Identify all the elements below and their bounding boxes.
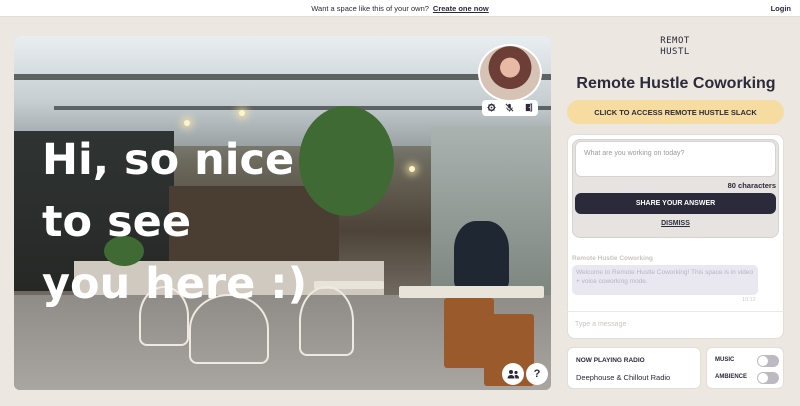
avatar[interactable]	[478, 44, 542, 102]
character-count: 80 characters	[727, 181, 776, 190]
banner-text: Want a space like this of your own?	[311, 3, 429, 13]
scene-lamp	[409, 166, 415, 172]
dismiss-link[interactable]: DISMISS	[575, 220, 776, 227]
user-video-tile[interactable]	[478, 44, 542, 116]
radio-label: NOW PLAYING RADIO	[576, 357, 645, 364]
logo-line: REMOT	[660, 36, 690, 46]
share-answer-button[interactable]: SHARE YOUR ANSWER	[575, 193, 776, 214]
top-banner: Want a space like this of your own? Crea…	[0, 0, 800, 17]
people-icon[interactable]	[502, 363, 524, 385]
chat-message: Welcome to Remote Hustle Coworking! This…	[572, 265, 758, 295]
scene-lamp	[239, 110, 245, 116]
microphone-muted-icon[interactable]	[505, 103, 514, 114]
space-logo: REMOT HUSTL	[653, 36, 697, 68]
video-controls	[482, 100, 538, 116]
gear-icon[interactable]	[487, 102, 496, 114]
music-toggle-row: MUSIC	[715, 355, 779, 367]
scene-person	[454, 221, 509, 291]
radio-card: NOW PLAYING RADIO Deephouse & Chillout R…	[567, 347, 701, 389]
audio-toggles-card: MUSIC AMBIENCE	[706, 347, 784, 389]
ambience-toggle-row: AMBIENCE	[715, 372, 779, 384]
logo-line: HUSTL	[660, 47, 690, 57]
scene-plant	[299, 106, 394, 216]
ambience-toggle[interactable]	[757, 372, 779, 384]
help-icon[interactable]: ?	[526, 363, 548, 385]
access-slack-button[interactable]: CLICK TO ACCESS REMOTE HUSTLE SLACK	[567, 100, 784, 124]
scene-chair	[299, 286, 354, 356]
toggle-knob	[758, 373, 768, 383]
music-label: MUSIC	[715, 357, 735, 363]
login-link[interactable]: Login	[771, 4, 791, 13]
space-title: Remote Hustle Coworking	[576, 75, 776, 92]
scene-table	[399, 286, 544, 298]
chat-message-input[interactable]: Type a message	[567, 311, 784, 338]
chat-sender-name: Remote Hustle Coworking	[572, 255, 653, 262]
scene-beam	[14, 74, 551, 80]
scene-lamp	[184, 120, 190, 126]
toggle-knob	[758, 356, 768, 366]
ambience-label: AMBIENCE	[715, 374, 748, 380]
greeting-text: Hi, so nice to see you here :)	[42, 135, 308, 309]
radio-station[interactable]: Deephouse & Chillout Radio	[576, 373, 670, 382]
scene-beam	[54, 106, 551, 110]
coworking-scene: Hi, so nice to see you here :)	[14, 36, 551, 390]
create-space-link[interactable]: Create one now	[433, 4, 489, 13]
working-on-input[interactable]: What are you working on today?	[575, 141, 776, 177]
music-toggle[interactable]	[757, 355, 779, 367]
exit-door-icon[interactable]	[524, 102, 533, 114]
chat-timestamp: 10:12	[742, 297, 756, 303]
